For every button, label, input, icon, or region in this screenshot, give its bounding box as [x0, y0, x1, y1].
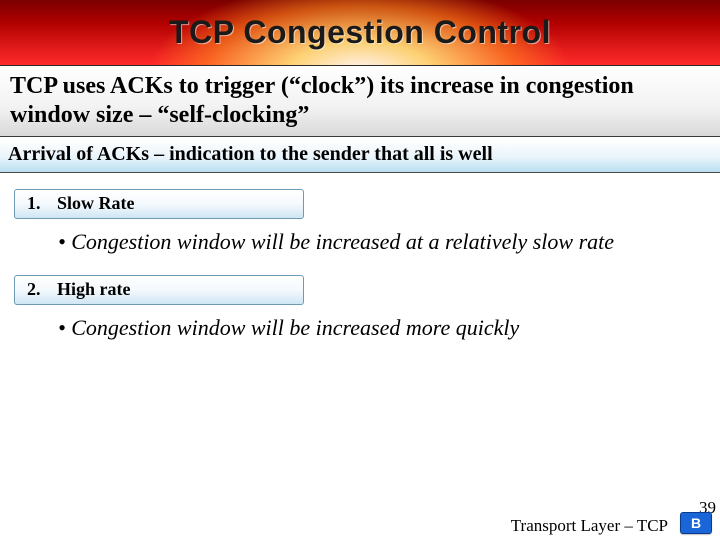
item-bullet: • Congestion window will be increased at… [14, 219, 706, 275]
item-number: 1. [27, 193, 53, 214]
list-item-2: 2. High rate [14, 275, 304, 305]
back-button[interactable]: B [680, 512, 712, 534]
title-band: TCP Congestion Control [0, 0, 720, 66]
intro-block: TCP uses ACKs to trigger (“clock”) its i… [0, 66, 720, 137]
slide-title: TCP Congestion Control [169, 14, 551, 51]
subhead-text: Arrival of ACKs – indication to the send… [8, 143, 712, 166]
footer-label: Transport Layer – TCP [511, 516, 668, 536]
list-item-1: 1. Slow Rate [14, 189, 304, 219]
intro-text: TCP uses ACKs to trigger (“clock”) its i… [10, 72, 710, 130]
item-number: 2. [27, 279, 53, 300]
subhead-band: Arrival of ACKs – indication to the send… [0, 139, 720, 173]
item-label: Slow Rate [57, 193, 135, 213]
item-bullet: • Congestion window will be increased mo… [14, 305, 706, 361]
back-button-label: B [691, 515, 701, 531]
content-area: 1. Slow Rate • Congestion window will be… [0, 173, 720, 361]
item-label: High rate [57, 279, 131, 299]
